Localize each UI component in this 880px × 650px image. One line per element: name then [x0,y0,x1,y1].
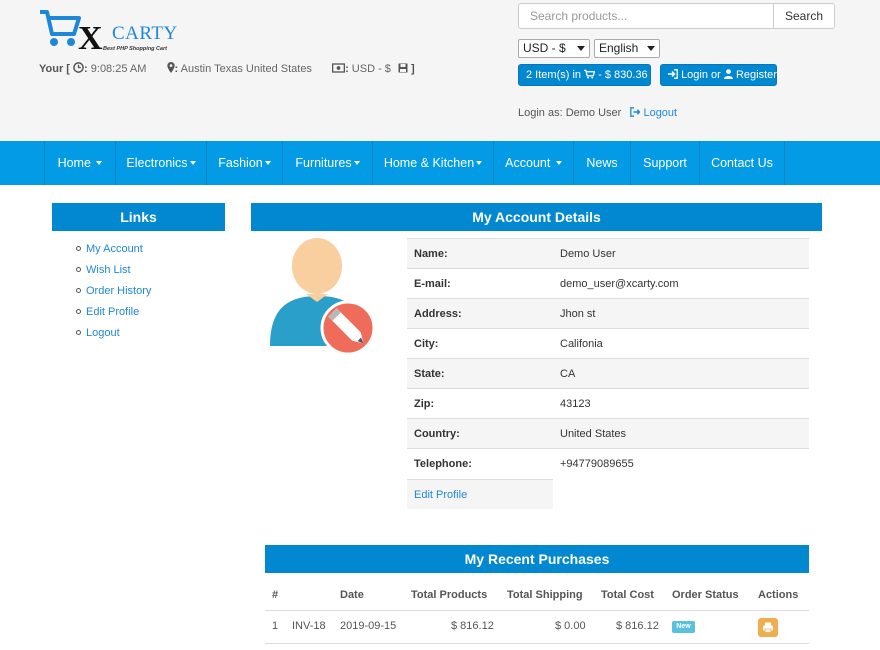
cart-amount: - $ 830.36 [598,69,648,81]
nav-item-account[interactable]: Account [493,141,573,185]
nav-item-electronics[interactable]: Electronics [115,141,206,185]
map-marker-icon [166,62,175,73]
row-date: 2019-09-15 [340,620,397,632]
currency-select-value: USD - $ [523,41,566,55]
header: X CARTY Best PHP Shopping Cart Your [ : … [0,0,880,141]
recent-purchases-title: My Recent Purchases [265,545,809,573]
detail-row-state: State: CA [407,358,809,389]
account-details-table: Name: Demo User E-mail: demo_user@xcarty.c… [407,238,809,479]
location-value: Austin Texas United States [180,63,312,75]
language-select-value: English [599,41,639,55]
close-bracket: ] [411,63,415,75]
col-header-order-status: Order Status [672,589,739,601]
nav-item-news[interactable]: News [573,141,630,185]
col-header-total-shipping: Total Shipping [507,589,583,601]
table-divider [265,643,809,644]
logo-x: X [78,20,103,57]
edit-profile-link[interactable]: Edit Profile [407,479,553,509]
caret-down-icon [189,161,196,165]
col-header-number: # [272,589,279,601]
detail-row-name: Name: Demo User [407,238,809,269]
sign-out-icon [630,107,641,117]
sidebar-link-edit-profile[interactable]: Edit Profile [76,306,151,327]
cart-items-text: 2 Item(s) in [526,69,582,81]
money-icon [332,63,346,73]
print-button[interactable] [758,618,778,637]
logo-tagline: Best PHP Shopping Cart [103,46,167,52]
row-total-products: $ 816.12 [451,620,494,632]
login-label[interactable]: Login [681,69,708,81]
caret-down-icon [476,161,483,165]
col-header-date: Date [340,589,364,601]
sidebar-link-logout[interactable]: Logout [76,327,151,348]
detail-row-zip: Zip: 43123 [407,388,809,419]
sidebar-link-order-history[interactable]: Order History [76,285,151,306]
detail-row-city: City: Califonia [407,328,809,359]
nav-item-home-kitchen[interactable]: Home & Kitchen [372,141,493,185]
detail-row-address: Address: Jhon st [407,298,809,329]
time-value: 9:08:25 AM [90,63,147,75]
caret-down-icon [555,161,562,165]
print-icon [763,622,773,633]
row-invoice: INV-18 [292,620,326,632]
search-button[interactable]: Search [773,3,835,29]
currency-value: USD - $ [351,63,391,75]
col-header-total-products: Total Products [411,589,488,601]
sidebar-title: Links [52,203,225,231]
main-nav: Home Electronics Fashion Furnitures Home… [0,141,880,185]
user-info-line: Your [ : 9:08:25 AM : Austin Texas Unite… [39,62,415,75]
user-icon [723,69,733,79]
sidebar-link-my-account[interactable]: My Account [76,243,151,264]
search-box[interactable] [518,3,774,29]
sign-in-icon [668,69,678,79]
nav-item-contact-us[interactable]: Contact Us [699,141,785,185]
chevron-down-icon [647,46,655,51]
caret-down-icon [96,161,103,165]
account-details-title: My Account Details [251,203,822,231]
login-register-button[interactable]: Login or Register [660,64,777,86]
table-divider [265,610,809,611]
row-total-cost: $ 816.12 [616,620,659,632]
currency-select[interactable]: USD - $ [518,39,590,58]
chevron-down-icon [577,46,585,51]
search-input[interactable] [530,9,762,23]
register-label[interactable]: Register [736,69,777,81]
caret-down-icon [264,161,271,165]
col-header-total-cost: Total Cost [601,589,654,601]
nav-item-support[interactable]: Support [630,141,699,185]
logout-label[interactable]: Logout [643,107,677,119]
col-header-actions: Actions [758,589,799,601]
login-as-text: Login as: Demo User [518,107,622,119]
cart-button[interactable]: 2 Item(s) in - $ 830.36 [518,64,651,86]
row-number: 1 [272,620,279,632]
nav-item-furnitures[interactable]: Furnitures [282,141,372,185]
detail-row-telephone: Telephone: +94779089655 [407,448,809,479]
header-logout-link[interactable]: Logout [630,107,677,119]
status-badge: New [672,621,695,633]
or-label: or [711,69,721,81]
nav-item-home[interactable]: Home [44,141,115,185]
logo-carty: CARTY [112,23,178,44]
clock-icon [73,62,84,73]
detail-row-country: Country: United States [407,418,809,449]
detail-row-email: E-mail: demo_user@xcarty.com [407,268,809,299]
nav-item-fashion[interactable]: Fashion [206,141,282,185]
logo[interactable]: X CARTY Best PHP Shopping Cart [38,8,188,58]
caret-down-icon [353,161,360,165]
language-select[interactable]: English [594,39,660,58]
login-status: Login as: Demo User Logout [518,107,677,119]
user-edit-avatar-icon [270,238,376,356]
shopping-cart-icon [584,69,596,79]
sidebar-link-wish-list[interactable]: Wish List [76,264,151,285]
save-icon[interactable] [398,63,408,73]
your-label: Your [ [39,63,70,75]
sidebar-links: My Account Wish List Order History Edit … [76,243,151,348]
row-total-shipping: $ 0.00 [555,620,586,632]
